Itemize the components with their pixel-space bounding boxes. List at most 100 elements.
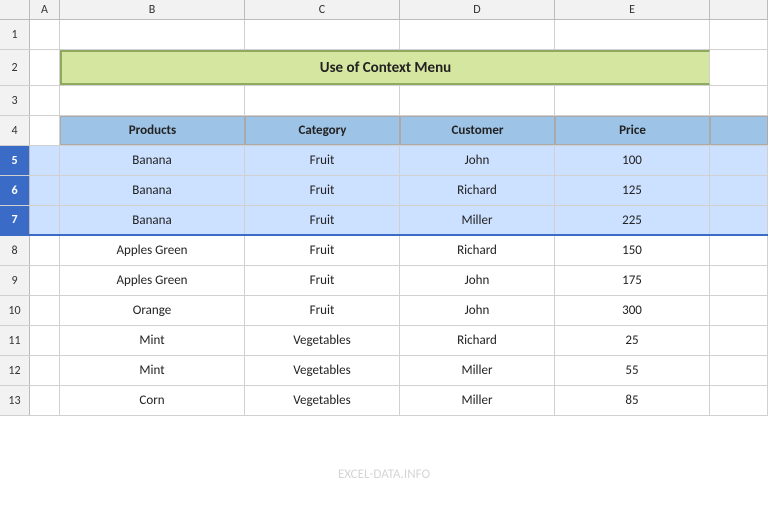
table-row: 5 Banana Fruit John 100 — [0, 146, 768, 176]
cell-9b[interactable]: Apples Green — [60, 266, 245, 295]
cell-8d[interactable]: Richard — [400, 236, 555, 265]
cell-5c[interactable]: Fruit — [245, 146, 400, 175]
table-row: 13 Corn Vegetables Miller 85 — [0, 386, 768, 416]
col-header-a: A — [30, 0, 60, 19]
cell-6e[interactable]: 125 — [555, 176, 710, 205]
cell-11d[interactable]: Richard — [400, 326, 555, 355]
cell-7b[interactable]: Banana — [60, 206, 245, 234]
cell-12rest[interactable] — [710, 356, 768, 385]
cell-3e[interactable] — [555, 86, 710, 115]
cell-12e[interactable]: 55 — [555, 356, 710, 385]
cell-1c[interactable] — [245, 20, 400, 49]
table-row: 2 Use of Context Menu — [0, 50, 768, 86]
col-header-b: B — [60, 0, 245, 19]
row-header-9: 9 — [0, 266, 30, 295]
cell-1b[interactable] — [60, 20, 245, 49]
cell-3b[interactable] — [60, 86, 245, 115]
cell-8c[interactable]: Fruit — [245, 236, 400, 265]
table-row: 8 Apples Green Fruit Richard 150 — [0, 236, 768, 266]
col-price-header: Price — [555, 116, 710, 145]
cell-12d[interactable]: Miller — [400, 356, 555, 385]
cell-7c[interactable]: Fruit — [245, 206, 400, 234]
cell-10rest[interactable] — [710, 296, 768, 325]
row-header-4: 4 — [0, 116, 30, 145]
cell-6c[interactable]: Fruit — [245, 176, 400, 205]
cell-3rest[interactable] — [710, 86, 768, 115]
cell-9rest[interactable] — [710, 266, 768, 295]
cell-11rest[interactable] — [710, 326, 768, 355]
cell-9a[interactable] — [30, 266, 60, 295]
table-row: 7 Banana Fruit Miller 225 — [0, 206, 768, 236]
cell-8a[interactable] — [30, 236, 60, 265]
cell-12b[interactable]: Mint — [60, 356, 245, 385]
cell-1a[interactable] — [30, 20, 60, 49]
cell-3a[interactable] — [30, 86, 60, 115]
cell-6a[interactable] — [30, 176, 60, 205]
row-header-3: 3 — [0, 86, 30, 115]
row-header-7: 7 — [0, 206, 30, 234]
row-header-10: 10 — [0, 296, 30, 325]
row-header-11: 11 — [0, 326, 30, 355]
cell-8e[interactable]: 150 — [555, 236, 710, 265]
cell-11b[interactable]: Mint — [60, 326, 245, 355]
col-category-header: Category — [245, 116, 400, 145]
table-row: 6 Banana Fruit Richard 125 — [0, 176, 768, 206]
table-row: 12 Mint Vegetables Miller 55 — [0, 356, 768, 386]
table-row: 3 — [0, 86, 768, 116]
col-header-rest — [710, 0, 768, 19]
table-row: 10 Orange Fruit John 300 — [0, 296, 768, 326]
cell-13b[interactable]: Corn — [60, 386, 245, 415]
cell-5d[interactable]: John — [400, 146, 555, 175]
cell-4a[interactable] — [30, 116, 60, 145]
cell-6b[interactable]: Banana — [60, 176, 245, 205]
title-cell: Use of Context Menu — [60, 50, 710, 85]
col-header-e: E — [555, 0, 710, 19]
cell-1d[interactable] — [400, 20, 555, 49]
table-row: 11 Mint Vegetables Richard 25 — [0, 326, 768, 356]
spreadsheet: A B C D E 1 2 Use of Context Menu 3 — [0, 0, 768, 512]
cell-8b[interactable]: Apples Green — [60, 236, 245, 265]
cell-1e[interactable] — [555, 20, 710, 49]
cell-13rest[interactable] — [710, 386, 768, 415]
cell-5rest[interactable] — [710, 146, 768, 175]
cell-9d[interactable]: John — [400, 266, 555, 295]
cell-3c[interactable] — [245, 86, 400, 115]
cell-6rest[interactable] — [710, 176, 768, 205]
cell-7rest[interactable] — [710, 206, 768, 234]
cell-10c[interactable]: Fruit — [245, 296, 400, 325]
cell-13c[interactable]: Vegetables — [245, 386, 400, 415]
col-header-d: D — [400, 0, 555, 19]
cell-10d[interactable]: John — [400, 296, 555, 325]
table-header-row: 4 Products Category Customer Price — [0, 116, 768, 146]
cell-13e[interactable]: 85 — [555, 386, 710, 415]
cell-7e[interactable]: 225 — [555, 206, 710, 234]
col-products-header: Products — [60, 116, 245, 145]
row-header-5: 5 — [0, 146, 30, 175]
cell-8rest[interactable] — [710, 236, 768, 265]
grid-body: 1 2 Use of Context Menu 3 4 — [0, 20, 768, 416]
cell-2a[interactable] — [30, 50, 60, 85]
cell-6d[interactable]: Richard — [400, 176, 555, 205]
cell-10a[interactable] — [30, 296, 60, 325]
cell-5e[interactable]: 100 — [555, 146, 710, 175]
row-header-1: 1 — [0, 20, 30, 49]
cell-10b[interactable]: Orange — [60, 296, 245, 325]
cell-11a[interactable] — [30, 326, 60, 355]
table-row: 1 — [0, 20, 768, 50]
cell-10e[interactable]: 300 — [555, 296, 710, 325]
cell-12a[interactable] — [30, 356, 60, 385]
cell-13a[interactable] — [30, 386, 60, 415]
cell-5a[interactable] — [30, 146, 60, 175]
cell-5b[interactable]: Banana — [60, 146, 245, 175]
cell-7d[interactable]: Miller — [400, 206, 555, 234]
cell-11c[interactable]: Vegetables — [245, 326, 400, 355]
cell-7a[interactable] — [30, 206, 60, 234]
cell-9c[interactable]: Fruit — [245, 266, 400, 295]
cell-2rest[interactable] — [710, 50, 768, 85]
cell-9e[interactable]: 175 — [555, 266, 710, 295]
cell-13d[interactable]: Miller — [400, 386, 555, 415]
cell-12c[interactable]: Vegetables — [245, 356, 400, 385]
cell-3d[interactable] — [400, 86, 555, 115]
cell-1rest[interactable] — [710, 20, 768, 49]
cell-11e[interactable]: 25 — [555, 326, 710, 355]
